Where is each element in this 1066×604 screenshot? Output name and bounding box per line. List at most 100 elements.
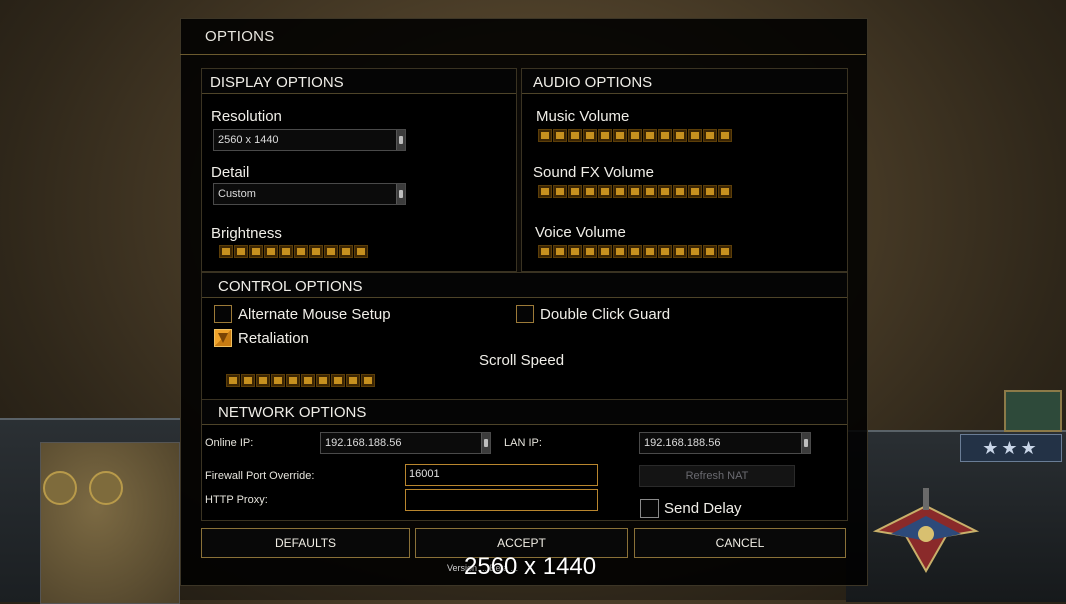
minimap: [40, 442, 180, 604]
alternate-mouse-checkbox[interactable]: [214, 305, 232, 323]
slider-segment[interactable]: [264, 245, 278, 258]
dropdown-scroll-icon[interactable]: [396, 184, 405, 204]
firewall-port-input[interactable]: 16001: [405, 464, 598, 486]
voice-volume-label: Voice Volume: [535, 224, 626, 241]
online-ip-dropdown[interactable]: 192.168.188.56: [320, 432, 491, 454]
slider-segment[interactable]: [643, 129, 657, 142]
cancel-button[interactable]: CANCEL: [634, 528, 846, 558]
slider-segment[interactable]: [688, 245, 702, 258]
slider-segment[interactable]: [718, 185, 732, 198]
slider-segment[interactable]: [718, 245, 732, 258]
rank-insignia-icon: [1004, 390, 1062, 432]
send-delay-label: Send Delay: [664, 500, 742, 517]
slider-segment[interactable]: [658, 245, 672, 258]
slider-segment[interactable]: [718, 129, 732, 142]
slider-segment[interactable]: [583, 245, 597, 258]
slider-segment[interactable]: [256, 374, 270, 387]
http-proxy-label: HTTP Proxy:: [205, 494, 268, 506]
hud-minimap-panel: [0, 418, 180, 604]
music-volume-slider[interactable]: [538, 129, 732, 142]
slider-segment[interactable]: [673, 129, 687, 142]
slider-segment[interactable]: [538, 185, 552, 198]
slider-segment[interactable]: [703, 185, 717, 198]
slider-segment[interactable]: [346, 374, 360, 387]
slider-segment[interactable]: [628, 245, 642, 258]
detail-dropdown[interactable]: Custom: [213, 183, 406, 205]
slider-segment[interactable]: [324, 245, 338, 258]
slider-segment[interactable]: [339, 245, 353, 258]
send-delay-checkbox[interactable]: [640, 499, 659, 518]
minimap-marker: [89, 471, 123, 505]
refresh-nat-button[interactable]: Refresh NAT: [639, 465, 795, 487]
firewall-port-value: 16001: [409, 468, 440, 480]
audio-options-heading: AUDIO OPTIONS: [533, 74, 653, 91]
http-proxy-input[interactable]: [405, 489, 598, 511]
slider-segment[interactable]: [613, 245, 627, 258]
slider-segment[interactable]: [361, 374, 375, 387]
defaults-button[interactable]: DEFAULTS: [201, 528, 410, 558]
slider-segment[interactable]: [643, 185, 657, 198]
slider-segment[interactable]: [553, 129, 567, 142]
slider-segment[interactable]: [219, 245, 233, 258]
slider-segment[interactable]: [658, 129, 672, 142]
slider-segment[interactable]: [249, 245, 263, 258]
slider-segment[interactable]: [226, 374, 240, 387]
display-options-heading: DISPLAY OPTIONS: [210, 74, 344, 91]
slider-segment[interactable]: [673, 245, 687, 258]
double-click-guard-checkbox[interactable]: [516, 305, 534, 323]
online-ip-label: Online IP:: [205, 437, 254, 449]
slider-segment[interactable]: [294, 245, 308, 258]
sound-fx-volume-slider[interactable]: [538, 185, 732, 198]
slider-segment[interactable]: [598, 185, 612, 198]
slider-segment[interactable]: [331, 374, 345, 387]
resolution-dropdown[interactable]: 2560 x 1440: [213, 129, 406, 151]
slider-segment[interactable]: [538, 129, 552, 142]
dropdown-scroll-icon[interactable]: [481, 433, 490, 453]
slider-segment[interactable]: [688, 129, 702, 142]
slider-segment[interactable]: [316, 374, 330, 387]
brightness-slider[interactable]: [219, 245, 368, 258]
slider-segment[interactable]: [553, 245, 567, 258]
resolution-overlay: 2560 x 1440: [464, 553, 597, 580]
rank-stars: ★★★: [960, 434, 1062, 462]
scroll-speed-slider[interactable]: [226, 374, 375, 387]
slider-segment[interactable]: [241, 374, 255, 387]
online-ip-value: 192.168.188.56: [325, 437, 402, 449]
slider-segment[interactable]: [568, 185, 582, 198]
slider-segment[interactable]: [301, 374, 315, 387]
slider-segment[interactable]: [628, 185, 642, 198]
slider-segment[interactable]: [309, 245, 323, 258]
slider-segment[interactable]: [703, 129, 717, 142]
slider-segment[interactable]: [613, 129, 627, 142]
audio-options-section: AUDIO OPTIONS Music Volume Sound FX Volu…: [521, 68, 848, 272]
dropdown-scroll-icon[interactable]: [396, 130, 405, 150]
slider-segment[interactable]: [583, 129, 597, 142]
retaliation-checkbox[interactable]: [214, 329, 232, 347]
slider-segment[interactable]: [279, 245, 293, 258]
slider-segment[interactable]: [538, 245, 552, 258]
voice-volume-slider[interactable]: [538, 245, 732, 258]
slider-segment[interactable]: [354, 245, 368, 258]
slider-segment[interactable]: [286, 374, 300, 387]
slider-segment[interactable]: [271, 374, 285, 387]
dropdown-scroll-icon[interactable]: [801, 433, 810, 453]
slider-segment[interactable]: [598, 245, 612, 258]
slider-segment[interactable]: [583, 185, 597, 198]
slider-segment[interactable]: [568, 129, 582, 142]
slider-segment[interactable]: [643, 245, 657, 258]
slider-segment[interactable]: [613, 185, 627, 198]
resolution-label: Resolution: [211, 108, 282, 125]
slider-segment[interactable]: [703, 245, 717, 258]
detail-label: Detail: [211, 164, 250, 181]
slider-segment[interactable]: [234, 245, 248, 258]
slider-segment[interactable]: [658, 185, 672, 198]
slider-segment[interactable]: [628, 129, 642, 142]
slider-segment[interactable]: [553, 185, 567, 198]
slider-segment[interactable]: [598, 129, 612, 142]
slider-segment[interactable]: [673, 185, 687, 198]
slider-segment[interactable]: [568, 245, 582, 258]
network-options-heading: NETWORK OPTIONS: [218, 404, 367, 421]
music-volume-label: Music Volume: [536, 108, 630, 125]
lan-ip-dropdown[interactable]: 192.168.188.56: [639, 432, 811, 454]
slider-segment[interactable]: [688, 185, 702, 198]
